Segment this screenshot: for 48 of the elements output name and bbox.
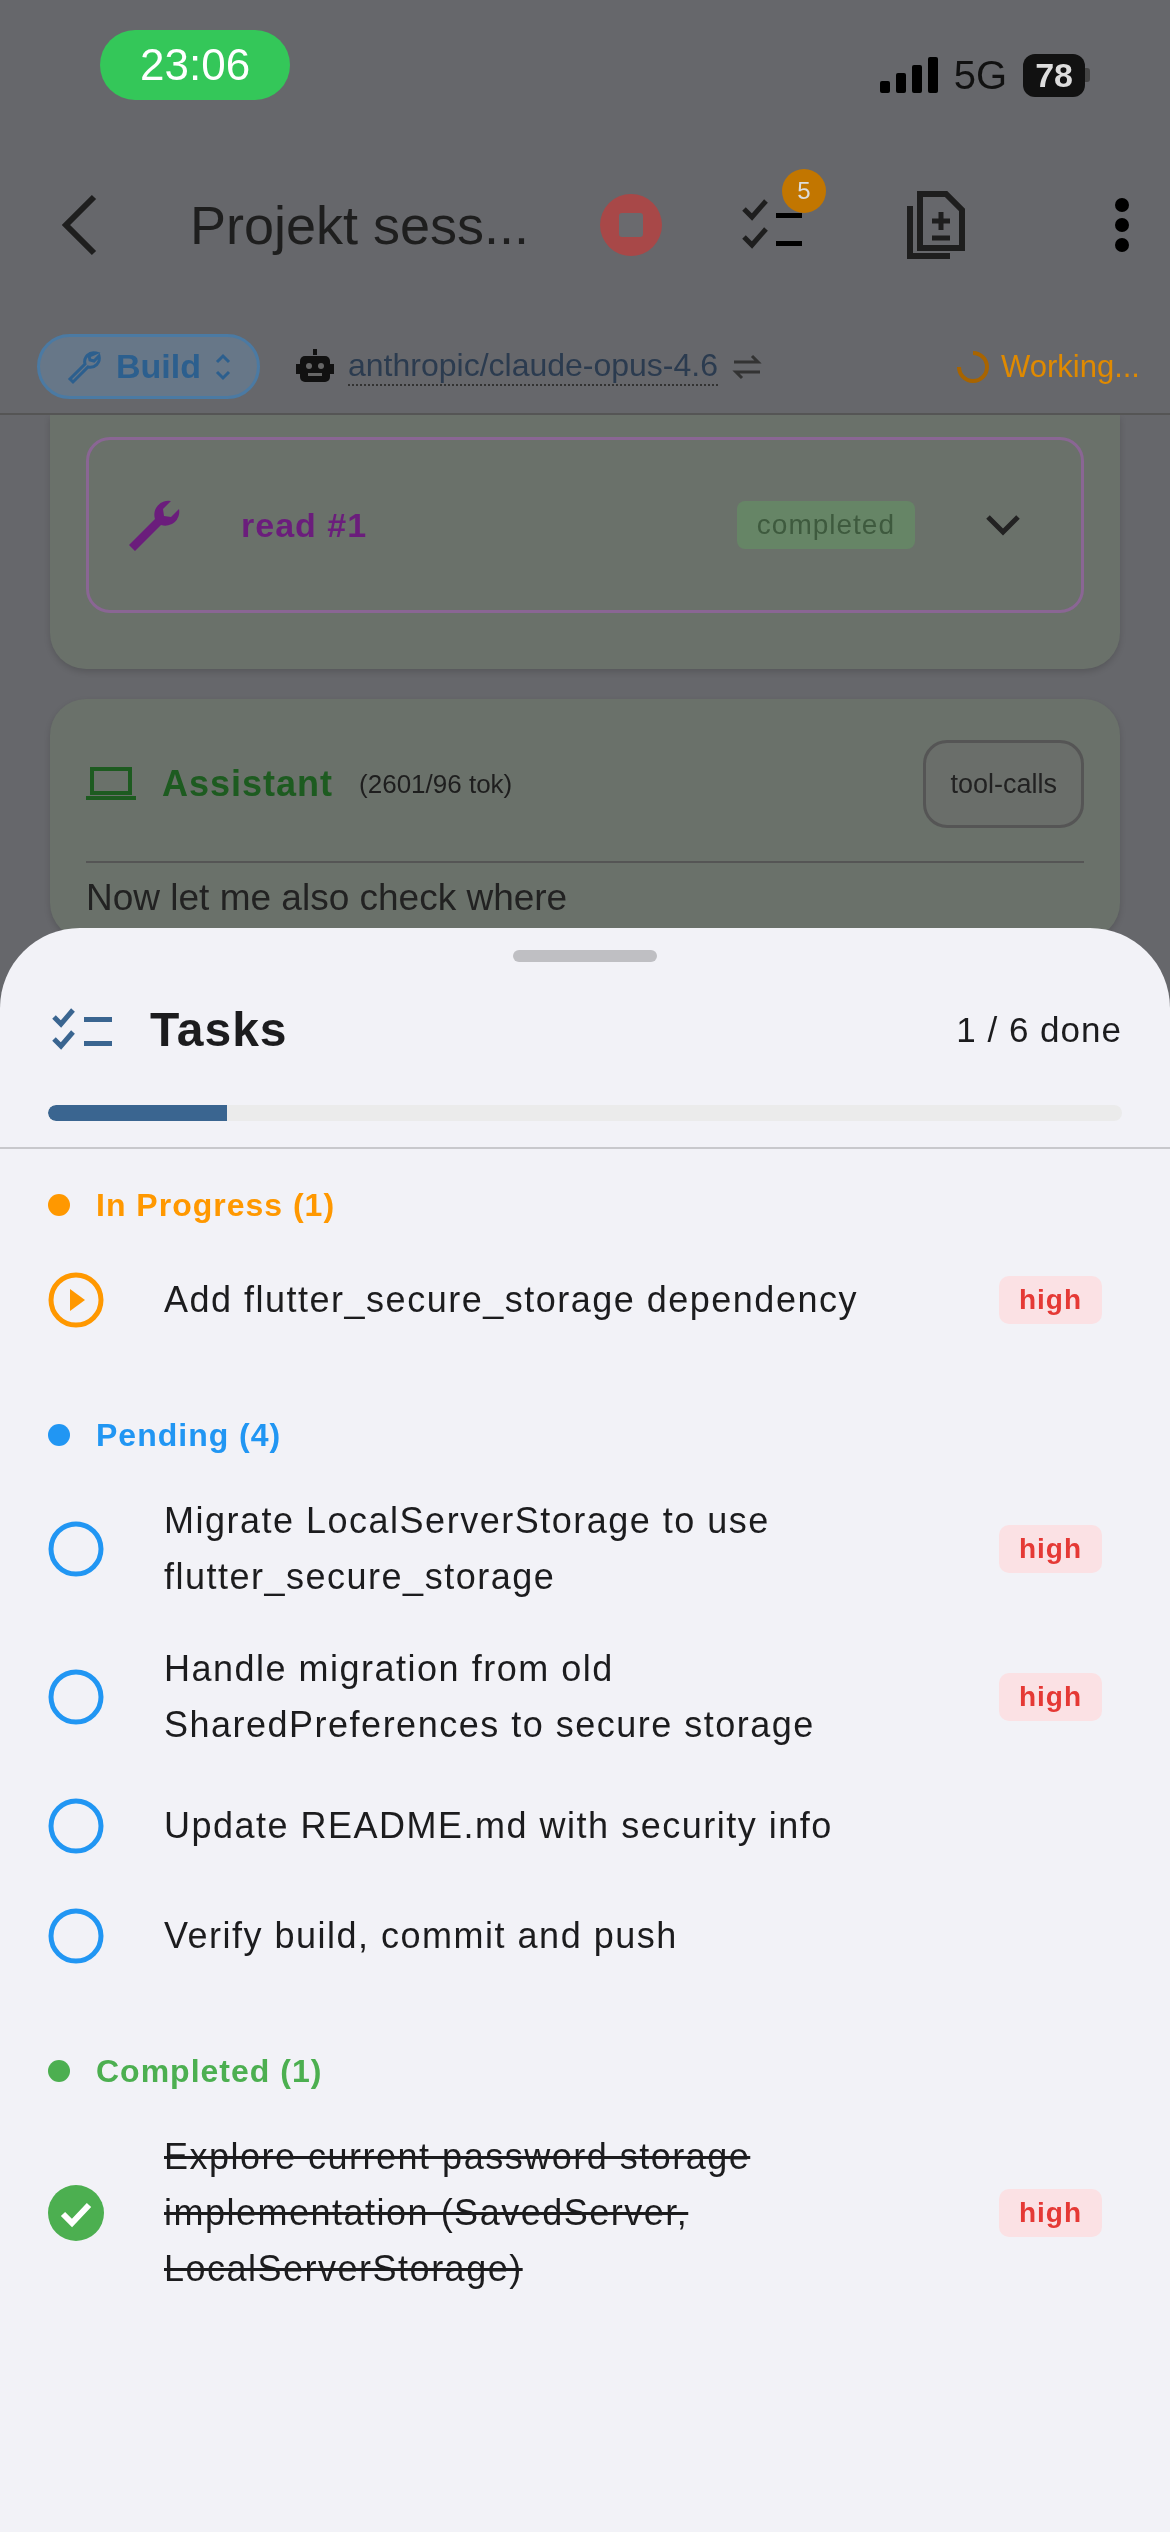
more-button[interactable] bbox=[1114, 197, 1130, 253]
priority-badge: high bbox=[998, 1276, 1102, 1324]
progress-summary: 1 / 6 done bbox=[956, 1009, 1122, 1050]
battery-indicator: 78 bbox=[1023, 53, 1090, 97]
check-circle-icon bbox=[48, 2185, 104, 2241]
priority-badge: high bbox=[998, 1673, 1102, 1721]
tool-name: read #1 bbox=[241, 505, 368, 545]
session-title: Projekt sess... bbox=[190, 194, 531, 256]
empty-circle-icon bbox=[48, 1908, 104, 1964]
status-time: 23:06 bbox=[100, 30, 291, 100]
status-label: Working... bbox=[1001, 348, 1140, 385]
priority-badge: high bbox=[998, 1525, 1102, 1573]
message-text: Now let me also check where bbox=[86, 877, 569, 919]
empty-circle-icon bbox=[48, 1669, 104, 1725]
drag-handle[interactable] bbox=[513, 950, 657, 962]
mode-selector[interactable]: Build bbox=[37, 334, 260, 399]
task-text: Add flutter_secure_storage dependency bbox=[164, 1278, 859, 1322]
wrench-icon bbox=[66, 348, 102, 385]
task-text: Update README.md with security info bbox=[164, 1804, 834, 1848]
task-count-badge: 5 bbox=[782, 169, 826, 213]
task-text: Migrate LocalServerStorage to use flutter_secure_storage bbox=[164, 1499, 771, 1599]
group-heading: Completed (1) bbox=[96, 2052, 323, 2090]
group-heading: In Progress (1) bbox=[96, 1186, 336, 1224]
finish-reason-chip[interactable]: tool-calls bbox=[923, 740, 1084, 828]
add-note-button[interactable] bbox=[906, 190, 966, 260]
play-circle-icon bbox=[48, 1272, 104, 1328]
document-add-icon bbox=[906, 190, 966, 260]
more-icon bbox=[1114, 197, 1130, 253]
task-text: Verify build, commit and push bbox=[164, 1914, 679, 1958]
laptop-icon bbox=[86, 767, 136, 801]
stop-icon bbox=[600, 194, 662, 256]
message-role: Assistant bbox=[162, 763, 334, 805]
chevron-down-icon[interactable] bbox=[985, 514, 1021, 536]
group-heading: Pending (4) bbox=[96, 1416, 282, 1454]
network-label: 5G bbox=[953, 52, 1008, 98]
tasks-button[interactable]: 5 bbox=[742, 169, 826, 253]
task-text: Explore current password storage implementation (SavedServer, LocalServerStorage) bbox=[164, 2135, 752, 2291]
up-down-caret-icon bbox=[215, 351, 231, 382]
token-count: (2601/96 tok) bbox=[359, 768, 513, 800]
empty-circle-icon bbox=[48, 1521, 104, 1577]
empty-circle-icon bbox=[48, 1798, 104, 1854]
model-link[interactable]: anthropic/claude-opus-4.6 bbox=[348, 347, 718, 386]
swap-icon[interactable] bbox=[732, 352, 762, 381]
task-text: Handle migration from old SharedPreferences to secure storage bbox=[164, 1647, 816, 1747]
signal-icon bbox=[879, 57, 938, 93]
priority-badge: high bbox=[998, 2189, 1102, 2237]
spinner-icon bbox=[955, 348, 991, 385]
sheet-title: Tasks bbox=[150, 1002, 288, 1057]
